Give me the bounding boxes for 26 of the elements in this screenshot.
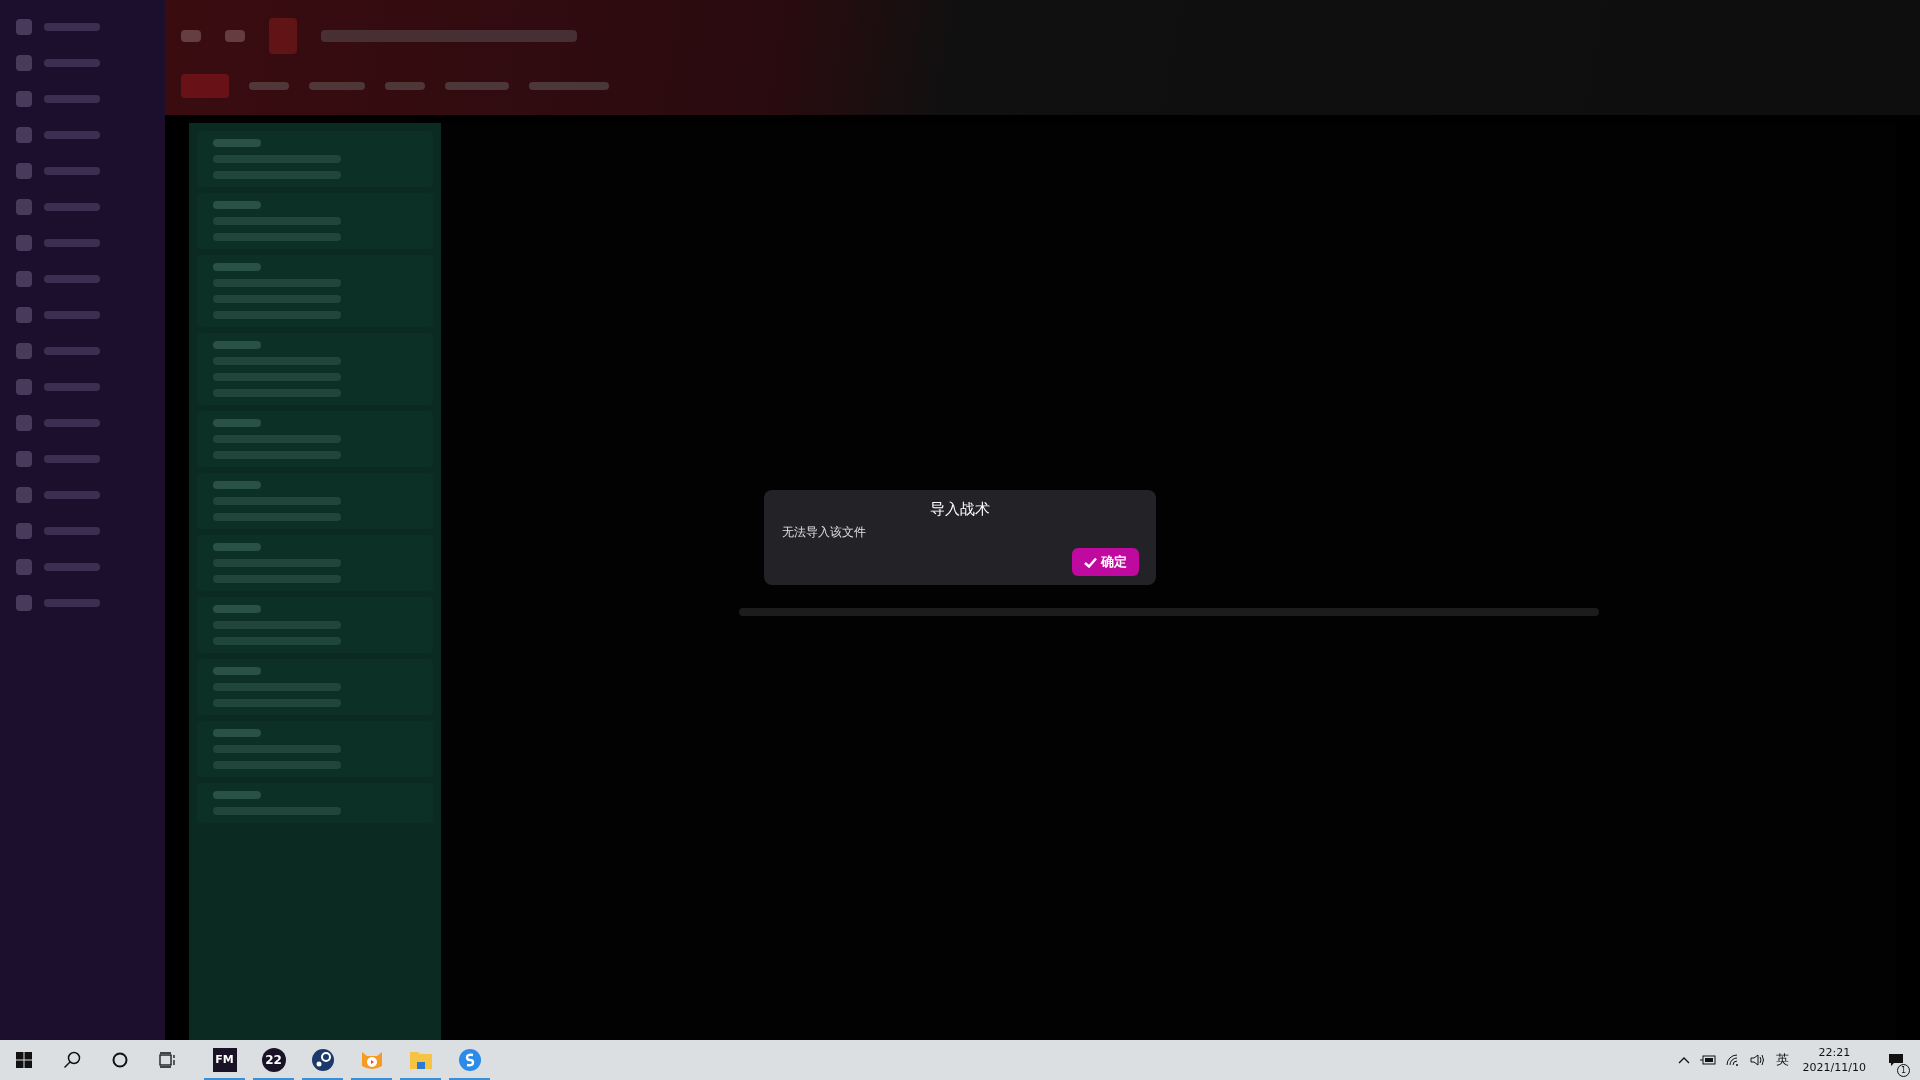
- folder-icon: [408, 1049, 433, 1071]
- notification-count: 1: [1897, 1064, 1910, 1077]
- dialog-title: 导入战术: [930, 499, 990, 520]
- clock[interactable]: 22:21 2021/11/10: [1798, 1045, 1870, 1075]
- circle-icon: [112, 1052, 128, 1068]
- input-method-indicator[interactable]: 英: [1775, 1050, 1789, 1070]
- fm-logo-icon: FM: [212, 1048, 237, 1072]
- confirm-button[interactable]: 确定: [1072, 548, 1139, 576]
- dialog-message: 无法导入该文件: [782, 523, 867, 541]
- clock-time: 22:21: [1818, 1045, 1851, 1060]
- steam-logo-icon: [310, 1048, 335, 1072]
- speaker-icon: [1749, 1054, 1766, 1066]
- search-icon: [63, 1051, 81, 1069]
- task-view-icon: [159, 1052, 177, 1068]
- game-logo-icon: 22: [261, 1048, 286, 1072]
- clock-date: 2021/11/10: [1802, 1060, 1866, 1075]
- wifi-icon: [1725, 1054, 1740, 1066]
- notification-button[interactable]: 1: [1880, 1040, 1912, 1080]
- windows-logo-icon: [16, 1052, 32, 1068]
- taskbar-app-button[interactable]: 22: [249, 1040, 298, 1080]
- browser-logo-icon: [457, 1048, 482, 1072]
- battery-icon: [1699, 1055, 1716, 1065]
- chevron-up-icon: [1677, 1056, 1690, 1064]
- taskbar-app-button[interactable]: FM: [200, 1040, 249, 1080]
- checkmark-icon: [1084, 556, 1097, 568]
- notification-icon: [1888, 1053, 1904, 1067]
